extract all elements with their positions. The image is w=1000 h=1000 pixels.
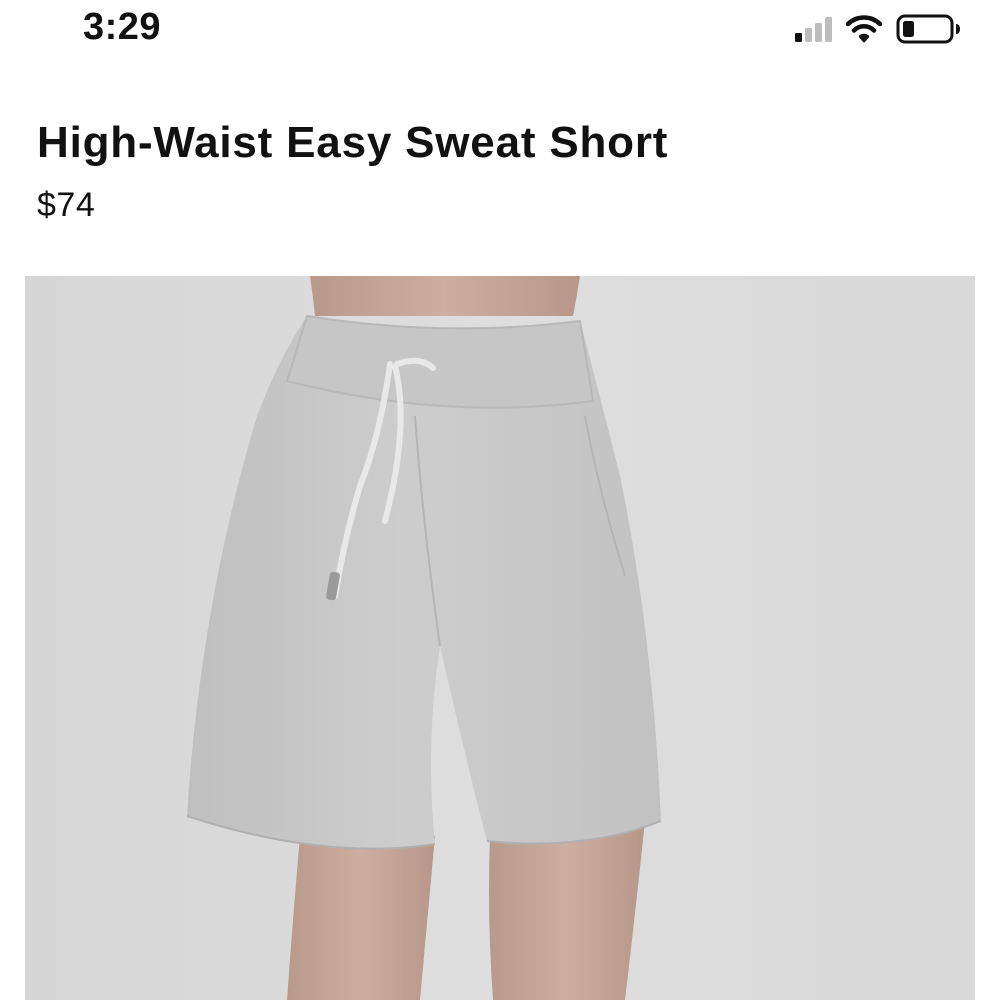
product-photo[interactable] <box>25 276 975 1000</box>
status-icons <box>795 12 962 46</box>
battery-icon <box>896 14 960 44</box>
status-bar: 3:29 <box>0 0 1000 60</box>
product-price: $74 <box>37 186 96 224</box>
product-photo-illustration <box>25 276 975 1000</box>
wifi-icon <box>846 15 882 43</box>
product-title: High-Waist Easy Sweat Short <box>37 118 669 167</box>
cellular-signal-icon <box>795 16 832 42</box>
product-screen: 3:29 High-Waist Easy Sweat Short $74 <box>0 0 1000 1000</box>
status-time: 3:29 <box>83 6 162 48</box>
